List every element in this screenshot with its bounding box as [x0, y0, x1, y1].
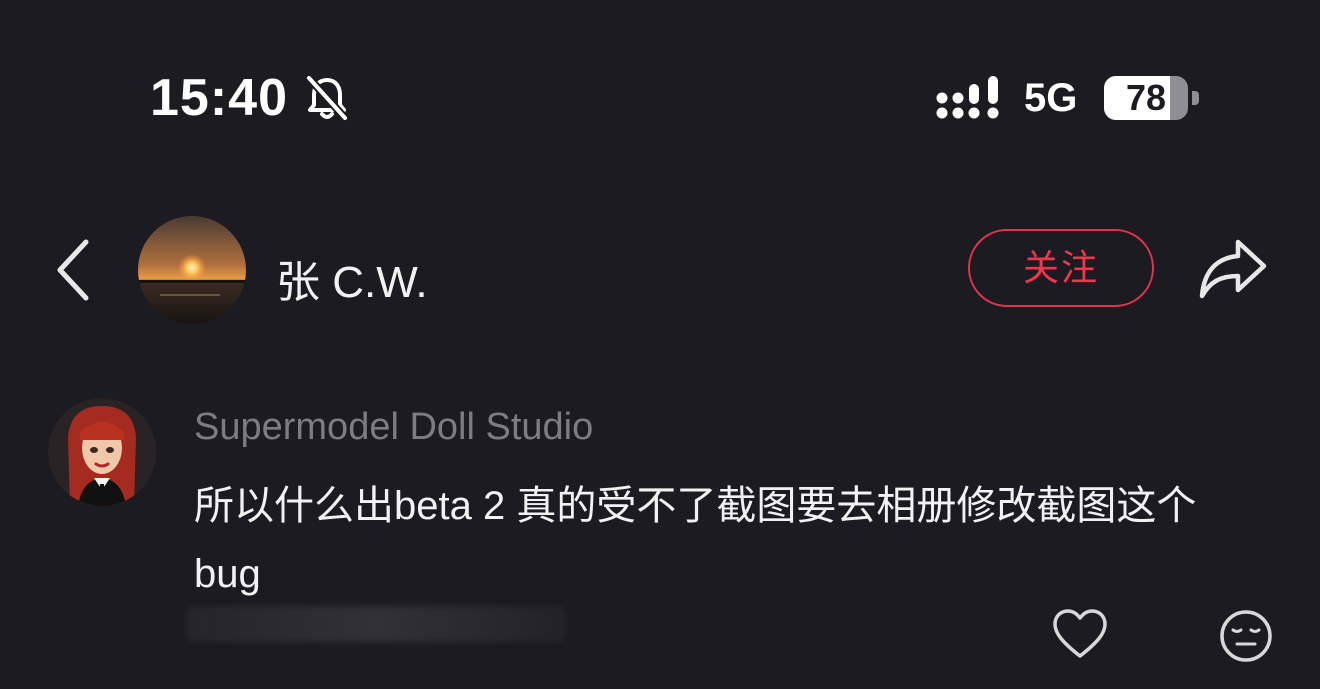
chevron-left-icon[interactable] — [52, 238, 92, 302]
bell-slash-icon — [304, 74, 350, 122]
network-type: 5G — [1024, 76, 1078, 120]
heart-icon[interactable] — [1052, 608, 1108, 660]
commenter-avatar[interactable] — [48, 398, 156, 506]
status-time: 15:40 — [150, 69, 288, 127]
comment-text: 所以什么出beta 2 真的受不了截图要去相册修改截图这个 bug — [194, 484, 1197, 596]
follow-button[interactable]: 关注 — [968, 229, 1154, 307]
emoji-reaction-icon[interactable] — [1218, 608, 1274, 664]
battery-icon: 78 — [1104, 76, 1200, 120]
share-icon[interactable] — [1198, 236, 1268, 300]
profile-username[interactable]: 张 C.W. — [276, 246, 428, 310]
status-bar: 15:40 5G 78 — [0, 0, 1320, 190]
battery-percent: 78 — [1125, 77, 1167, 118]
signal-icon — [936, 76, 1002, 120]
comment-meta-blurred — [186, 606, 566, 642]
comment-author[interactable]: Supermodel Doll Studio — [194, 406, 593, 449]
user-avatar[interactable] — [138, 216, 246, 324]
